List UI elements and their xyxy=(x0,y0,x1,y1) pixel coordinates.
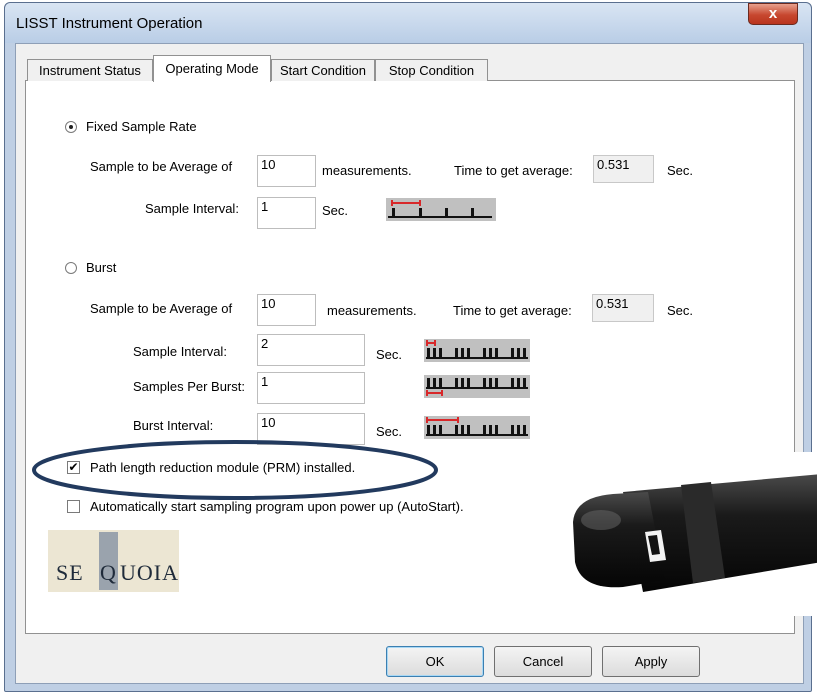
autostart-checkbox[interactable] xyxy=(67,500,80,513)
apply-button[interactable]: Apply xyxy=(602,646,700,677)
tab-stop-condition[interactable]: Stop Condition xyxy=(375,59,488,81)
samples-per-burst-diagram xyxy=(424,375,530,398)
window-title: LISST Instrument Operation xyxy=(16,15,203,32)
burst-label: Burst xyxy=(86,260,117,275)
fixed-timing-diagram xyxy=(386,198,496,221)
autostart-label: Automatically start sampling program upo… xyxy=(90,499,464,514)
burst-interval-unit: Sec. xyxy=(376,347,403,362)
burst-average-label: Sample to be Average of xyxy=(90,301,233,316)
burst-interval-input[interactable]: 2 xyxy=(257,334,365,366)
fixed-time-sec-label: Sec. xyxy=(667,163,694,178)
fixed-sample-rate-label: Fixed Sample Rate xyxy=(86,119,197,134)
instrument-photo-image xyxy=(573,474,817,592)
burst-radio[interactable] xyxy=(65,262,77,274)
burst-average-input[interactable]: 10 xyxy=(257,294,316,326)
logo-text-q: Q xyxy=(100,560,116,585)
fixed-measurements-label: measurements. xyxy=(322,163,412,178)
cancel-button[interactable]: Cancel xyxy=(494,646,592,677)
fixed-timing-diagram-icon xyxy=(388,200,492,218)
logo-text-right: UOIA xyxy=(120,560,179,585)
fixed-average-input[interactable]: 10 xyxy=(257,155,316,187)
burst-interval2-diagram xyxy=(424,416,530,439)
prm-highlight-ellipse xyxy=(32,440,438,500)
burst-time-average-value: 0.531 xyxy=(592,294,654,322)
fixed-time-average-value: 0.531 xyxy=(593,155,654,183)
tab-start-condition[interactable]: Start Condition xyxy=(271,59,375,81)
fixed-interval-input[interactable]: 1 xyxy=(257,197,316,229)
burst-interval-label: Sample Interval: xyxy=(133,344,227,359)
fixed-interval-unit: Sec. xyxy=(322,203,349,218)
samples-per-burst-label: Samples Per Burst: xyxy=(133,379,245,394)
logo-text-left: SE xyxy=(56,560,84,585)
burst-interval2-label: Burst Interval: xyxy=(133,418,214,433)
burst-interval2-diagram-icon xyxy=(426,417,528,436)
sequoia-logo: SE Q UOIA xyxy=(48,530,179,592)
ok-button[interactable]: OK xyxy=(386,646,484,677)
close-button[interactable]: x xyxy=(748,3,798,25)
burst-time-average-label: Time to get average: xyxy=(453,303,572,318)
fixed-average-label: Sample to be Average of xyxy=(90,159,233,174)
tab-instrument-status[interactable]: Instrument Status xyxy=(27,59,153,81)
burst-interval-diagram xyxy=(424,339,530,362)
fixed-interval-label: Sample Interval: xyxy=(145,201,239,216)
fixed-time-average-label: Time to get average: xyxy=(454,163,573,178)
samples-per-burst-diagram-icon xyxy=(426,378,528,396)
burst-interval-diagram-icon xyxy=(426,340,528,359)
burst-interval2-unit: Sec. xyxy=(376,424,403,439)
burst-time-sec-label: Sec. xyxy=(667,303,694,318)
samples-per-burst-input[interactable]: 1 xyxy=(257,372,365,404)
fixed-sample-rate-radio[interactable] xyxy=(65,121,77,133)
burst-measurements-label: measurements. xyxy=(327,303,417,318)
tab-operating-mode[interactable]: Operating Mode xyxy=(153,55,271,82)
instrument-photo xyxy=(553,452,817,616)
